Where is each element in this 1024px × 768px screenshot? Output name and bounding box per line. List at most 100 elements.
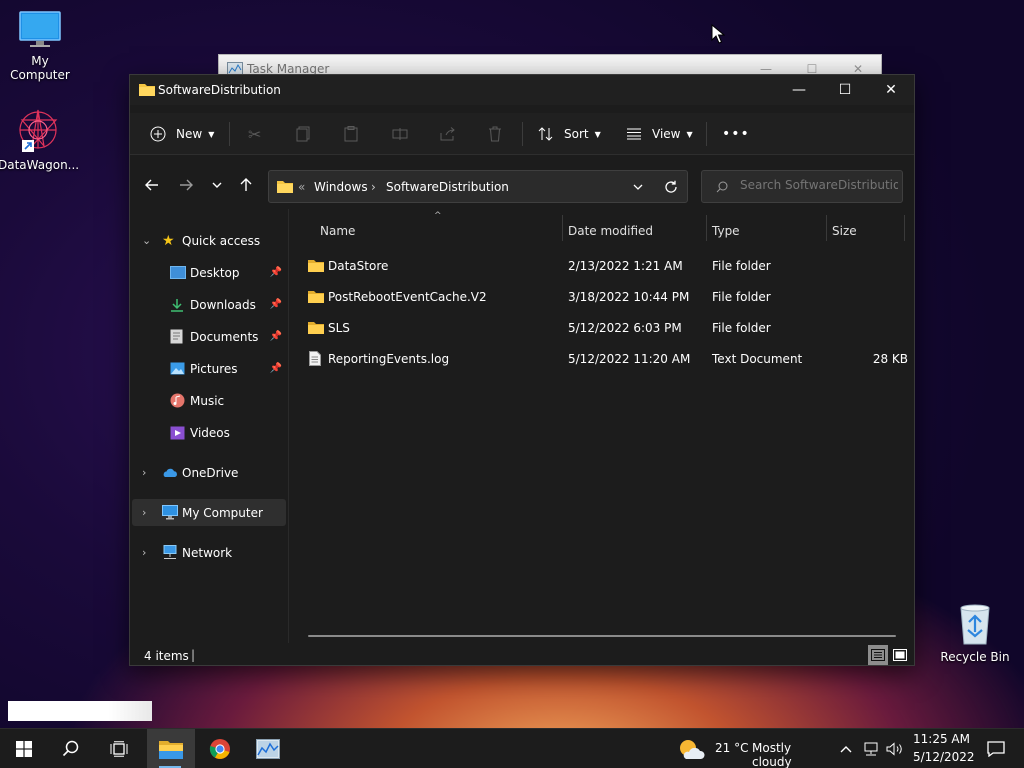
clipboard-icon [344,126,358,142]
search-icon [716,181,728,193]
file-type: File folder [712,290,771,304]
new-label: New [176,127,203,141]
notifications-button[interactable] [973,729,1019,768]
chevron-down-icon[interactable]: ⌄ [142,234,151,247]
nav-item-music[interactable]: Music [132,387,286,414]
nav-item-desktop[interactable]: Desktop 📌 [132,259,286,286]
partly-cloudy-icon [680,740,705,759]
desktop-icon-recycle-bin[interactable]: Recycle Bin [935,602,1015,664]
file-explorer-window: SoftwareDistribution — ☐ ✕ New ▼ ✂ Sort … [129,74,915,666]
tiles-view-button[interactable] [890,645,910,665]
star-icon: ★ [162,232,175,249]
sort-label: Sort [564,127,589,141]
sort-button[interactable]: Sort ▼ [538,113,601,155]
column-header-size[interactable]: Size [832,217,902,245]
paste-button[interactable] [344,113,358,155]
clock[interactable]: 11:25 AM 5/12/2022 [908,729,975,768]
search-input[interactable] [740,178,898,192]
copy-button[interactable] [296,113,310,155]
table-row[interactable]: DataStore 2/13/2022 1:21 AM File folder [304,251,910,281]
weather-widget[interactable]: 21 °C Mostly cloudy [677,729,829,768]
show-hidden-icons-button[interactable] [834,729,858,768]
volume-icon [886,742,902,756]
rename-button[interactable] [392,113,408,155]
navigation-pane: ⌄ ★ Quick access Desktop 📌 Downloads 📌 D… [130,211,290,641]
item-count: 4 items [144,649,189,663]
table-row[interactable]: SLS 5/12/2022 6:03 PM File folder [304,313,910,343]
chevron-down-icon[interactable] [633,184,643,190]
taskbar-file-explorer[interactable] [147,729,195,768]
title-bar[interactable]: SoftwareDistribution — ☐ ✕ [130,75,914,105]
breadcrumb-overflow[interactable]: « [298,180,305,194]
taskbar-chrome[interactable] [197,729,243,768]
view-button[interactable]: View ▼ [626,113,693,155]
start-button[interactable] [1,729,47,768]
file-name: SLS [328,321,350,335]
volume-tray-button[interactable] [883,729,907,768]
chevron-right-icon[interactable]: › [142,546,146,559]
task-manager-icon [256,739,280,759]
delete-button[interactable] [488,113,502,155]
desktop-folder-icon [170,266,186,279]
nav-item-videos[interactable]: Videos [132,419,286,446]
nav-item-pictures[interactable]: Pictures 📌 [132,355,286,382]
column-header-name[interactable]: Name [320,217,560,245]
chevron-down-icon: ▼ [686,129,693,139]
chevron-down-icon: ▼ [594,129,601,139]
back-button[interactable] [138,171,166,199]
file-date: 2/13/2022 1:21 AM [568,259,683,273]
network-tray-button[interactable] [859,729,883,768]
nav-item-onedrive[interactable]: › OneDrive [132,459,286,486]
recycle-bin-icon [960,604,990,645]
pane-divider[interactable] [288,209,289,643]
table-row[interactable]: ReportingEvents.log 5/12/2022 11:20 AM T… [304,344,910,374]
search-box[interactable] [701,170,903,203]
column-header-date-modified[interactable]: Date modified [568,217,706,245]
task-view-button[interactable] [96,729,142,768]
details-view-button[interactable] [868,645,888,665]
file-explorer-icon [159,741,183,759]
desktop-icon-my-computer[interactable]: My Computer [0,10,80,82]
desktop-icon-label: DataWagon... [0,158,80,172]
forward-button[interactable] [172,171,200,199]
documents-icon [170,329,183,344]
table-row[interactable]: PostRebootEventCache.V2 3/18/2022 10:44 … [304,282,910,312]
search-button[interactable] [48,729,94,768]
tiles-view-icon [893,649,907,661]
breadcrumb-windows[interactable]: Windows [314,180,368,194]
share-icon [440,127,455,141]
arrow-left-icon [145,179,158,191]
chevron-down-icon [212,182,222,188]
refresh-icon[interactable] [664,180,678,194]
nav-item-documents[interactable]: Documents 📌 [132,323,286,350]
more-options-button[interactable]: ••• [722,113,750,155]
share-button[interactable] [440,113,456,155]
nav-item-downloads[interactable]: Downloads 📌 [132,291,286,318]
folder-icon [308,291,324,303]
arrow-up-icon [240,178,252,191]
recent-locations-button[interactable] [203,171,231,199]
file-date: 5/12/2022 6:03 PM [568,321,682,335]
desktop-icon-datawagon[interactable]: DataWagon... [0,106,80,172]
chevron-right-icon[interactable]: › [142,506,146,519]
nav-item-network[interactable]: › Network [132,539,286,566]
taskbar-task-manager[interactable] [245,729,291,768]
nav-item-my-computer[interactable]: › My Computer [132,499,286,526]
nav-quick-access[interactable]: ⌄ ★ Quick access [132,227,286,254]
horizontal-scrollbar[interactable] [308,635,896,637]
minimize-button[interactable]: — [776,75,822,105]
desktop-icon-label: My Computer [10,54,70,82]
up-button[interactable] [232,171,260,199]
maximize-button[interactable]: ☐ [822,75,868,105]
chevron-right-icon[interactable]: › [142,466,146,479]
new-button[interactable]: New ▼ [150,113,214,155]
close-button[interactable]: ✕ [868,75,914,105]
chevron-up-icon [840,746,852,753]
file-name: PostRebootEventCache.V2 [328,290,487,304]
notification-placeholder [8,701,152,721]
breadcrumb-softwaredistribution[interactable]: SoftwareDistribution [386,180,509,194]
column-header-type[interactable]: Type [712,217,822,245]
cut-button[interactable]: ✂ [248,113,261,155]
file-date: 3/18/2022 10:44 PM [568,290,690,304]
address-bar[interactable]: « Windows › SoftwareDistribution [268,170,688,203]
